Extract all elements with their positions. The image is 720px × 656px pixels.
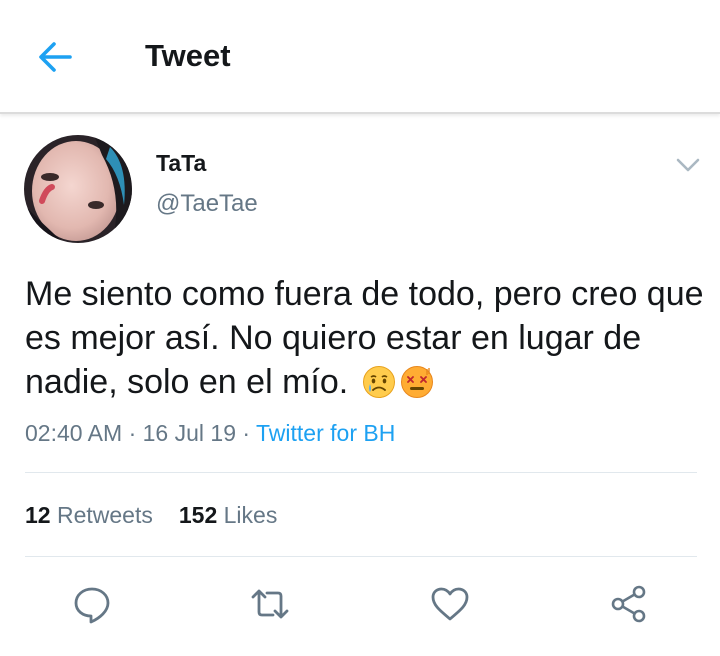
tweet-meta: 02:40 AM · 16 Jul 19 · Twitter for BH [25, 420, 395, 447]
share-button[interactable] [608, 582, 652, 626]
divider [25, 472, 697, 473]
likes-stat[interactable]: 152 Likes [179, 502, 277, 528]
page-title: Tweet [145, 38, 231, 73]
tweet-source-link[interactable]: Twitter for BH [256, 420, 395, 446]
like-button[interactable] [428, 582, 472, 626]
meta-separator: · [122, 420, 143, 446]
avatar[interactable] [24, 135, 132, 243]
retweet-button[interactable] [248, 582, 292, 626]
tweet-time: 02:40 AM [25, 420, 123, 446]
avatar-image [24, 135, 132, 243]
author-name[interactable]: TaTa [156, 150, 206, 177]
tweet-date: 16 Jul 19 [142, 420, 236, 446]
share-icon [611, 585, 646, 623]
likes-count: 152 [178, 502, 218, 528]
retweets-stat[interactable]: 12 Retweets [25, 502, 153, 528]
retweet-icon [251, 589, 289, 619]
arrow-left-icon [39, 42, 72, 72]
meta-separator: · [236, 420, 257, 446]
engagement-stats: 12 Retweets 152 Likes [25, 502, 277, 529]
tweet-options-button[interactable] [674, 154, 702, 176]
likes-label: Likes [223, 502, 278, 528]
author-handle[interactable]: @TaeTae [156, 190, 258, 218]
back-button[interactable] [34, 38, 78, 76]
like-icon [431, 587, 469, 621]
crying-face-emoji [362, 365, 396, 399]
reply-icon [74, 587, 110, 624]
reply-button[interactable] [70, 582, 114, 626]
top-bar: Tweet [0, 0, 720, 114]
chevron-down-icon [676, 158, 700, 172]
retweets-count: 12 [25, 502, 51, 528]
tweet-text: Me siento como fuera de todo, pero creo … [25, 272, 705, 404]
divider [25, 556, 697, 557]
retweets-label: Retweets [56, 502, 153, 528]
dizzy-face-emoji [400, 365, 434, 399]
